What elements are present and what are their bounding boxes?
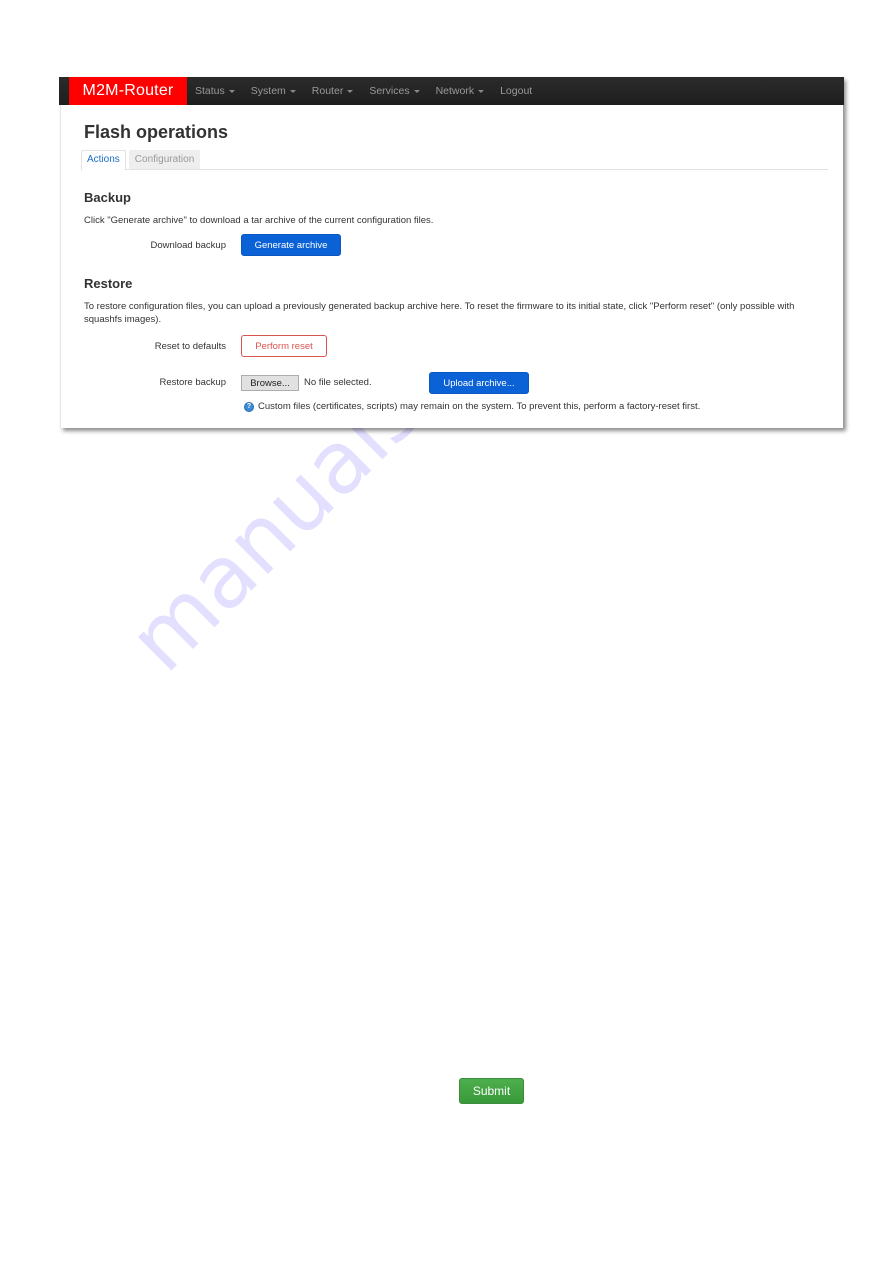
restore-description: To restore configuration files, you can … — [84, 301, 795, 325]
nav-router-label: Router — [311, 85, 344, 97]
restore-backup-label: Restore backup — [159, 377, 226, 388]
nav-router[interactable]: Router — [312, 85, 354, 97]
nav-services-label: Services — [369, 85, 410, 97]
reset-to-defaults-label: Reset to defaults — [154, 341, 226, 352]
restore-heading: Restore — [84, 276, 133, 291]
nav-network[interactable]: Network — [436, 85, 485, 97]
nav-status-label: Status — [195, 85, 225, 97]
caret-down-icon — [478, 90, 485, 93]
backup-description: Click "Generate archive" to download a t… — [84, 215, 434, 226]
nav-network-label: Network — [435, 85, 475, 97]
router-ui-window: M2M-Router Status System Router Services… — [59, 77, 844, 428]
nav-services[interactable]: Services — [369, 85, 420, 97]
nav-logout-label: Logout — [500, 85, 533, 97]
tab-actions[interactable]: Actions — [81, 150, 126, 170]
navbar: M2M-Router Status System Router Services… — [59, 77, 844, 105]
file-status: No file selected. — [304, 377, 372, 388]
nav-status[interactable]: Status — [195, 85, 235, 97]
tab-bar: Actions Configuration — [81, 150, 828, 170]
brand-logo[interactable]: M2M-Router — [69, 77, 187, 105]
browse-file-button[interactable]: Browse... — [241, 375, 299, 391]
upload-archive-button[interactable]: Upload archive... — [429, 372, 529, 394]
perform-reset-button[interactable]: Perform reset — [241, 335, 327, 357]
page-title: Flash operations — [84, 122, 229, 142]
caret-down-icon — [347, 90, 354, 93]
caret-down-icon — [228, 90, 235, 93]
caret-down-icon — [289, 90, 296, 93]
info-note: ? Custom files (certificates, scripts) m… — [244, 401, 700, 412]
caret-down-icon — [413, 90, 420, 93]
nav-system[interactable]: System — [251, 85, 296, 97]
nav-logout[interactable]: Logout — [500, 85, 532, 97]
help-circle-icon: ? — [244, 401, 254, 412]
submit-button[interactable]: Submit — [459, 1078, 524, 1104]
backup-heading: Backup — [84, 190, 131, 205]
tab-configuration[interactable]: Configuration — [128, 150, 201, 169]
generate-archive-button[interactable]: Generate archive — [241, 234, 341, 256]
info-note-text: Custom files (certificates, scripts) may… — [258, 401, 701, 412]
download-backup-label: Download backup — [150, 240, 226, 251]
nav-system-label: System — [250, 85, 286, 97]
